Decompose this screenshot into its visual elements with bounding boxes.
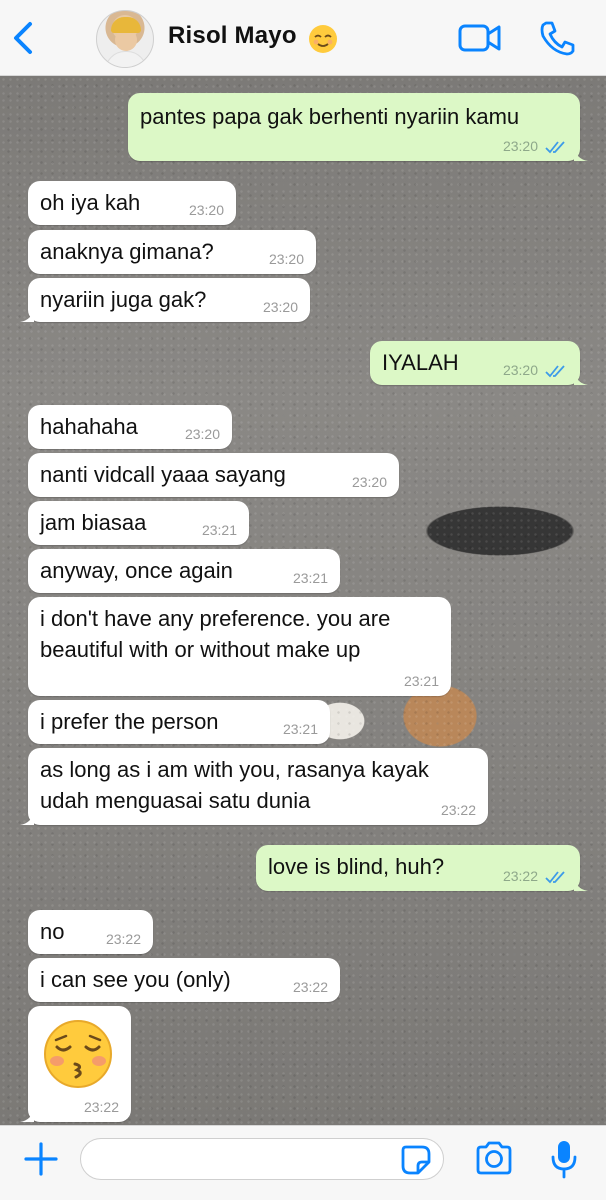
message-text: hahahaha xyxy=(40,414,138,439)
read-ticks-icon xyxy=(545,141,565,154)
message-text: i don't have any preference. you are bea… xyxy=(40,606,391,662)
message-incoming[interactable]: no 23:22 xyxy=(28,910,153,954)
message-time: 23:20 xyxy=(268,251,304,267)
kissing-face-closed-eyes-icon xyxy=(44,1020,112,1088)
read-ticks-icon xyxy=(545,871,565,884)
contact-name[interactable]: Risol Mayo xyxy=(168,22,297,50)
contact-avatar[interactable] xyxy=(96,10,154,68)
message-text: anaknya gimana? xyxy=(40,239,214,264)
chat-header: Risol Mayo xyxy=(0,0,606,76)
phone-icon[interactable] xyxy=(538,20,576,56)
message-incoming[interactable]: i don't have any preference. you are bea… xyxy=(28,597,451,696)
message-outgoing[interactable]: IYALAH 23:20 xyxy=(370,341,588,385)
message-incoming[interactable]: nyariin juga gak? 23:20 xyxy=(20,278,310,322)
message-text: pantes papa gak berhenti nyariin kamu xyxy=(140,104,520,129)
camera-icon[interactable] xyxy=(474,1140,514,1176)
message-time: 23:22 xyxy=(292,979,328,995)
message-time: 23:20 xyxy=(502,362,538,378)
chat-area[interactable]: pantes papa gak berhenti nyariin kamu 23… xyxy=(0,76,606,1125)
read-ticks-icon xyxy=(545,365,565,378)
message-text: anyway, once again xyxy=(40,558,233,583)
message-incoming[interactable]: anyway, once again 23:21 xyxy=(28,549,340,593)
message-incoming[interactable]: 23:22 xyxy=(20,1006,131,1122)
message-outgoing[interactable]: love is blind, huh? 23:22 xyxy=(256,845,588,891)
message-text: nanti vidcall yaaa sayang xyxy=(40,462,286,487)
message-time: 23:20 xyxy=(188,202,224,218)
message-incoming[interactable]: oh iya kah 23:20 xyxy=(28,181,236,225)
message-input[interactable] xyxy=(80,1138,444,1180)
message-time: 23:20 xyxy=(184,426,220,442)
message-incoming[interactable]: i prefer the person 23:21 xyxy=(28,700,330,744)
back-chevron-icon[interactable] xyxy=(10,20,40,56)
message-incoming[interactable]: hahahaha 23:20 xyxy=(28,405,232,449)
message-time: 23:22 xyxy=(105,931,141,947)
message-time: 23:21 xyxy=(403,673,439,689)
sticker-icon[interactable] xyxy=(400,1144,432,1176)
message-text: no xyxy=(40,919,65,944)
video-camera-icon[interactable] xyxy=(458,22,502,54)
message-incoming[interactable]: nanti vidcall yaaa sayang 23:20 xyxy=(28,453,399,497)
message-text: IYALAH xyxy=(382,350,459,375)
message-outgoing[interactable]: pantes papa gak berhenti nyariin kamu 23… xyxy=(128,93,588,161)
message-text: i prefer the person xyxy=(40,709,219,734)
message-text: as long as i am with you, rasanya kayak … xyxy=(40,757,429,813)
message-text: nyariin juga gak? xyxy=(40,287,207,312)
message-time: 23:21 xyxy=(282,721,318,737)
plus-icon[interactable] xyxy=(22,1140,60,1178)
message-text: love is blind, huh? xyxy=(268,854,445,879)
message-time: 23:20 xyxy=(351,474,387,490)
message-text: i can see you (only) xyxy=(40,967,231,992)
message-text: oh iya kah xyxy=(40,190,141,215)
message-time: 23:22 xyxy=(440,802,476,818)
message-incoming[interactable]: i can see you (only) 23:22 xyxy=(28,958,340,1002)
message-time: 23:21 xyxy=(292,570,328,586)
message-incoming[interactable]: as long as i am with you, rasanya kayak … xyxy=(20,748,488,825)
message-time: 23:21 xyxy=(201,522,237,538)
message-incoming[interactable]: anaknya gimana? 23:20 xyxy=(28,230,316,274)
microphone-icon[interactable] xyxy=(548,1138,580,1180)
message-time: 23:20 xyxy=(502,138,538,154)
message-time: 23:22 xyxy=(502,868,538,884)
message-time: 23:20 xyxy=(262,299,298,315)
message-composer xyxy=(0,1125,606,1200)
message-text: jam biasaa xyxy=(40,510,147,535)
message-incoming[interactable]: jam biasaa 23:21 xyxy=(28,501,249,545)
message-time: 23:22 xyxy=(83,1099,119,1115)
relieved-face-icon xyxy=(309,25,337,53)
